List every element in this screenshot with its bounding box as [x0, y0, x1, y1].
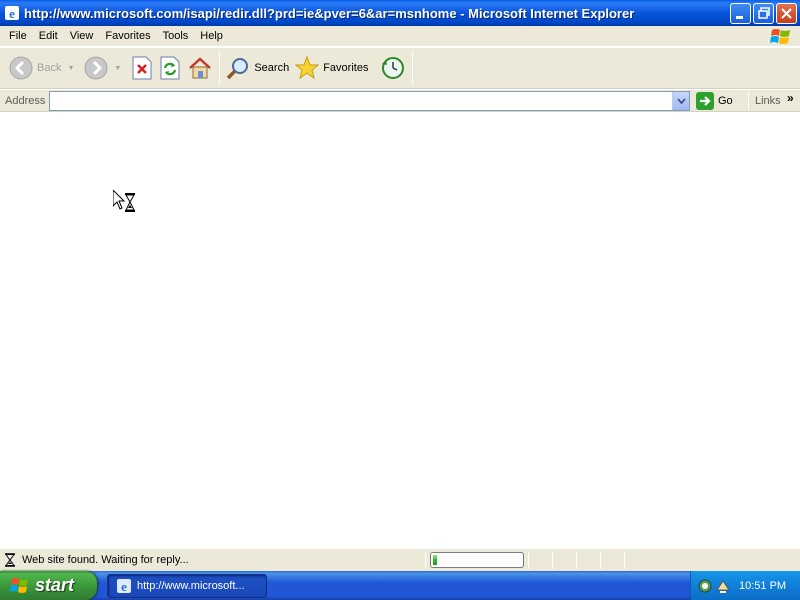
star-icon — [295, 56, 320, 80]
favorites-label: Favorites — [323, 62, 369, 74]
stop-icon — [132, 56, 152, 80]
maximize-button[interactable] — [753, 2, 774, 24]
status-divider — [425, 551, 426, 569]
status-divider — [576, 551, 577, 569]
address-bar: Address Go Links » — [0, 90, 800, 112]
status-divider — [552, 551, 553, 569]
search-icon — [227, 58, 249, 80]
address-field[interactable] — [49, 91, 690, 111]
menu-favorites[interactable]: Favorites — [99, 30, 156, 42]
history-button[interactable] — [377, 50, 409, 86]
favorites-button[interactable]: Favorites — [292, 50, 371, 86]
menu-help[interactable]: Help — [194, 30, 229, 42]
status-divider — [600, 551, 601, 569]
history-icon — [382, 57, 405, 79]
back-button[interactable]: Back ▼ — [6, 50, 81, 86]
status-divider — [624, 551, 625, 569]
forward-arrow-icon — [84, 56, 108, 80]
standard-toolbar: Back ▼ ▼ Search Favorites — [0, 48, 800, 89]
network-icon[interactable] — [715, 578, 731, 594]
messenger-icon[interactable] — [697, 578, 713, 594]
back-label: Back — [37, 62, 62, 74]
links-chevron-icon[interactable]: » — [787, 91, 794, 105]
windows-flag-icon — [10, 577, 28, 593]
taskbar: start e http://www.microsoft... 10:51 PM — [0, 571, 800, 600]
menu-bar: File Edit View Favorites Tools Help — [0, 26, 800, 47]
status-bar: Web site found. Waiting for reply... — [0, 548, 800, 571]
menu-tools[interactable]: Tools — [157, 30, 195, 42]
address-dropdown-button[interactable] — [672, 92, 689, 110]
forward-button[interactable]: ▼ — [81, 50, 128, 86]
go-arrow-icon — [696, 92, 714, 110]
forward-dropdown-icon[interactable]: ▼ — [114, 65, 121, 72]
taskbar-item-ie[interactable]: e http://www.microsoft... — [107, 574, 267, 598]
toolbar-separator-end — [412, 52, 414, 84]
progress-fill — [433, 555, 438, 565]
search-button[interactable]: Search — [223, 50, 292, 86]
home-icon — [189, 57, 212, 79]
home-button[interactable] — [184, 50, 216, 86]
menu-file[interactable]: File — [3, 30, 33, 42]
window-title: http://www.microsoft.com/isapi/redir.dll… — [24, 5, 635, 21]
page-content-area[interactable] — [0, 112, 800, 548]
hourglass-icon — [5, 553, 15, 567]
go-label: Go — [718, 95, 733, 107]
address-input[interactable] — [50, 92, 670, 110]
restore-icon — [757, 7, 770, 19]
ie-logo-icon: e — [5, 6, 19, 21]
progress-bar — [430, 552, 524, 568]
menu-edit[interactable]: Edit — [33, 30, 64, 42]
ie-logo-icon: e — [117, 579, 131, 594]
close-icon — [781, 7, 792, 19]
svg-text:e: e — [121, 579, 127, 594]
status-text: Web site found. Waiting for reply... — [22, 554, 189, 566]
status-divider — [528, 551, 529, 569]
system-tray: 10:51 PM — [690, 571, 800, 600]
links-separator — [748, 92, 749, 110]
close-button[interactable] — [776, 2, 797, 24]
start-label: start — [35, 575, 75, 595]
windows-logo-icon — [770, 29, 790, 44]
go-button[interactable]: Go — [696, 92, 733, 110]
menu-view[interactable]: View — [64, 30, 100, 42]
minimize-icon — [736, 15, 743, 19]
address-label: Address — [5, 94, 46, 107]
stop-button[interactable] — [128, 50, 156, 86]
svg-text:e: e — [9, 6, 15, 21]
start-button[interactable]: start — [0, 571, 97, 600]
search-label: Search — [254, 62, 290, 74]
toolbar-separator — [219, 52, 221, 84]
back-arrow-icon — [9, 56, 33, 80]
back-dropdown-icon[interactable]: ▼ — [67, 65, 74, 72]
title-bar[interactable]: e http://www.microsoft.com/isapi/redir.d… — [0, 0, 800, 26]
refresh-button[interactable] — [156, 50, 184, 86]
links-label[interactable]: Links — [755, 95, 781, 107]
taskbar-item-label: http://www.microsoft... — [137, 580, 245, 592]
hourglass-cursor-icon — [113, 190, 135, 212]
clock[interactable]: 10:51 PM — [739, 580, 786, 592]
minimize-button[interactable] — [730, 2, 751, 24]
chevron-down-icon — [676, 98, 686, 104]
refresh-icon — [160, 56, 180, 80]
